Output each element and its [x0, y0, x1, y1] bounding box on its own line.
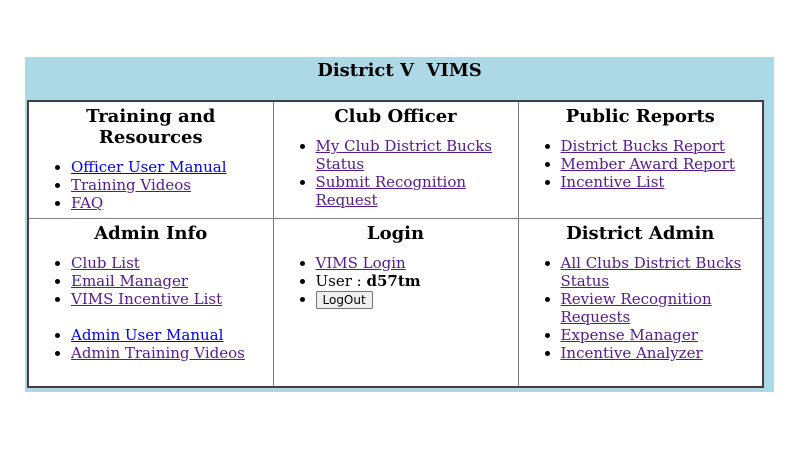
- submit-recognition-request-link[interactable]: Submit Recognition Request: [316, 173, 467, 209]
- incentive-analyzer-link[interactable]: Incentive Analyzer: [561, 344, 703, 362]
- section-admin-info: Admin Info Club List Email Manager VIMS …: [27, 218, 274, 387]
- list-item: Incentive List: [561, 173, 759, 191]
- member-award-report-link[interactable]: Member Award Report: [561, 155, 735, 173]
- club-list-link[interactable]: Club List: [71, 254, 140, 272]
- incentive-list-link[interactable]: Incentive List: [561, 173, 665, 191]
- section-training: Training and Resources Officer User Manu…: [27, 100, 274, 219]
- section-login: Login VIMS Login User : d57tm LogOut: [272, 218, 519, 387]
- section-title-training: Training and Resources: [86, 106, 216, 148]
- club-officer-links: My Club District Bucks Status Submit Rec…: [278, 137, 514, 209]
- district-admin-links: All Clubs District Bucks Status Review R…: [523, 254, 759, 362]
- login-items: VIMS Login User : d57tm LogOut: [278, 254, 514, 309]
- list-item: Training Videos: [71, 176, 269, 194]
- user-label: User :: [315, 272, 367, 290]
- vims-incentive-list-link[interactable]: VIMS Incentive List: [71, 290, 222, 308]
- district-bucks-report-link[interactable]: District Bucks Report: [561, 137, 725, 155]
- section-title-login: Login: [366, 223, 425, 244]
- section-title-club-officer: Club Officer: [334, 106, 457, 127]
- list-item: Admin User Manual: [71, 326, 269, 344]
- vims-login-link[interactable]: VIMS Login: [316, 254, 406, 272]
- list-item: All Clubs District Bucks Status: [561, 254, 759, 290]
- officer-user-manual-link[interactable]: Officer User Manual: [71, 158, 227, 176]
- list-item: VIMS Login: [316, 254, 514, 272]
- admin-training-videos-link[interactable]: Admin Training Videos: [71, 344, 245, 362]
- list-item: Expense Manager: [561, 326, 759, 344]
- admin-manual-links: Admin User Manual Admin Training Videos: [33, 326, 269, 362]
- list-item: LogOut: [315, 290, 514, 309]
- list-item: Member Award Report: [561, 155, 759, 173]
- list-item: Email Manager: [71, 272, 269, 290]
- section-title-admin-info: Admin Info: [94, 223, 208, 244]
- list-item: User : d57tm: [316, 272, 514, 290]
- all-clubs-district-bucks-status-link[interactable]: All Clubs District Bucks Status: [561, 254, 742, 290]
- list-item: Club List: [71, 254, 269, 272]
- list-item: FAQ: [71, 194, 269, 212]
- list-item: Review Recognition Requests: [561, 290, 759, 326]
- admin-user-manual-link[interactable]: Admin User Manual: [71, 326, 223, 344]
- list-item: District Bucks Report: [561, 137, 759, 155]
- section-public-reports: Public Reports District Bucks Report Mem…: [517, 100, 764, 219]
- list-item: Officer User Manual: [71, 158, 269, 176]
- menu-grid: Training and Resources Officer User Manu…: [27, 100, 764, 388]
- section-district-admin: District Admin All Clubs District Bucks …: [517, 218, 764, 387]
- training-links: Officer User Manual Training Videos FAQ: [33, 158, 269, 212]
- admin-info-links: Club List Email Manager VIMS Incentive L…: [33, 254, 269, 308]
- list-item: My Club District Bucks Status: [316, 137, 514, 173]
- expense-manager-link[interactable]: Expense Manager: [561, 326, 698, 344]
- user-name: d57tm: [366, 272, 421, 290]
- training-videos-link[interactable]: Training Videos: [71, 176, 191, 194]
- faq-link[interactable]: FAQ: [71, 194, 103, 212]
- list-item: VIMS Incentive List: [71, 290, 269, 308]
- list-item: Incentive Analyzer: [561, 344, 759, 362]
- public-reports-links: District Bucks Report Member Award Repor…: [523, 137, 759, 191]
- page-title: District V VIMS: [317, 60, 482, 81]
- section-title-district-admin: District Admin: [566, 223, 715, 244]
- section-title-public-reports: Public Reports: [565, 106, 715, 127]
- review-recognition-requests-link[interactable]: Review Recognition Requests: [561, 290, 712, 326]
- email-manager-link[interactable]: Email Manager: [71, 272, 188, 290]
- section-club-officer: Club Officer My Club District Bucks Stat…: [272, 100, 519, 219]
- list-item: Submit Recognition Request: [316, 173, 514, 209]
- club-district-bucks-status-link[interactable]: My Club District Bucks Status: [316, 137, 493, 173]
- page-frame: District V VIMS Training and Resources O…: [25, 57, 774, 392]
- list-item: Admin Training Videos: [71, 344, 269, 362]
- logout-button[interactable]: LogOut: [315, 291, 373, 309]
